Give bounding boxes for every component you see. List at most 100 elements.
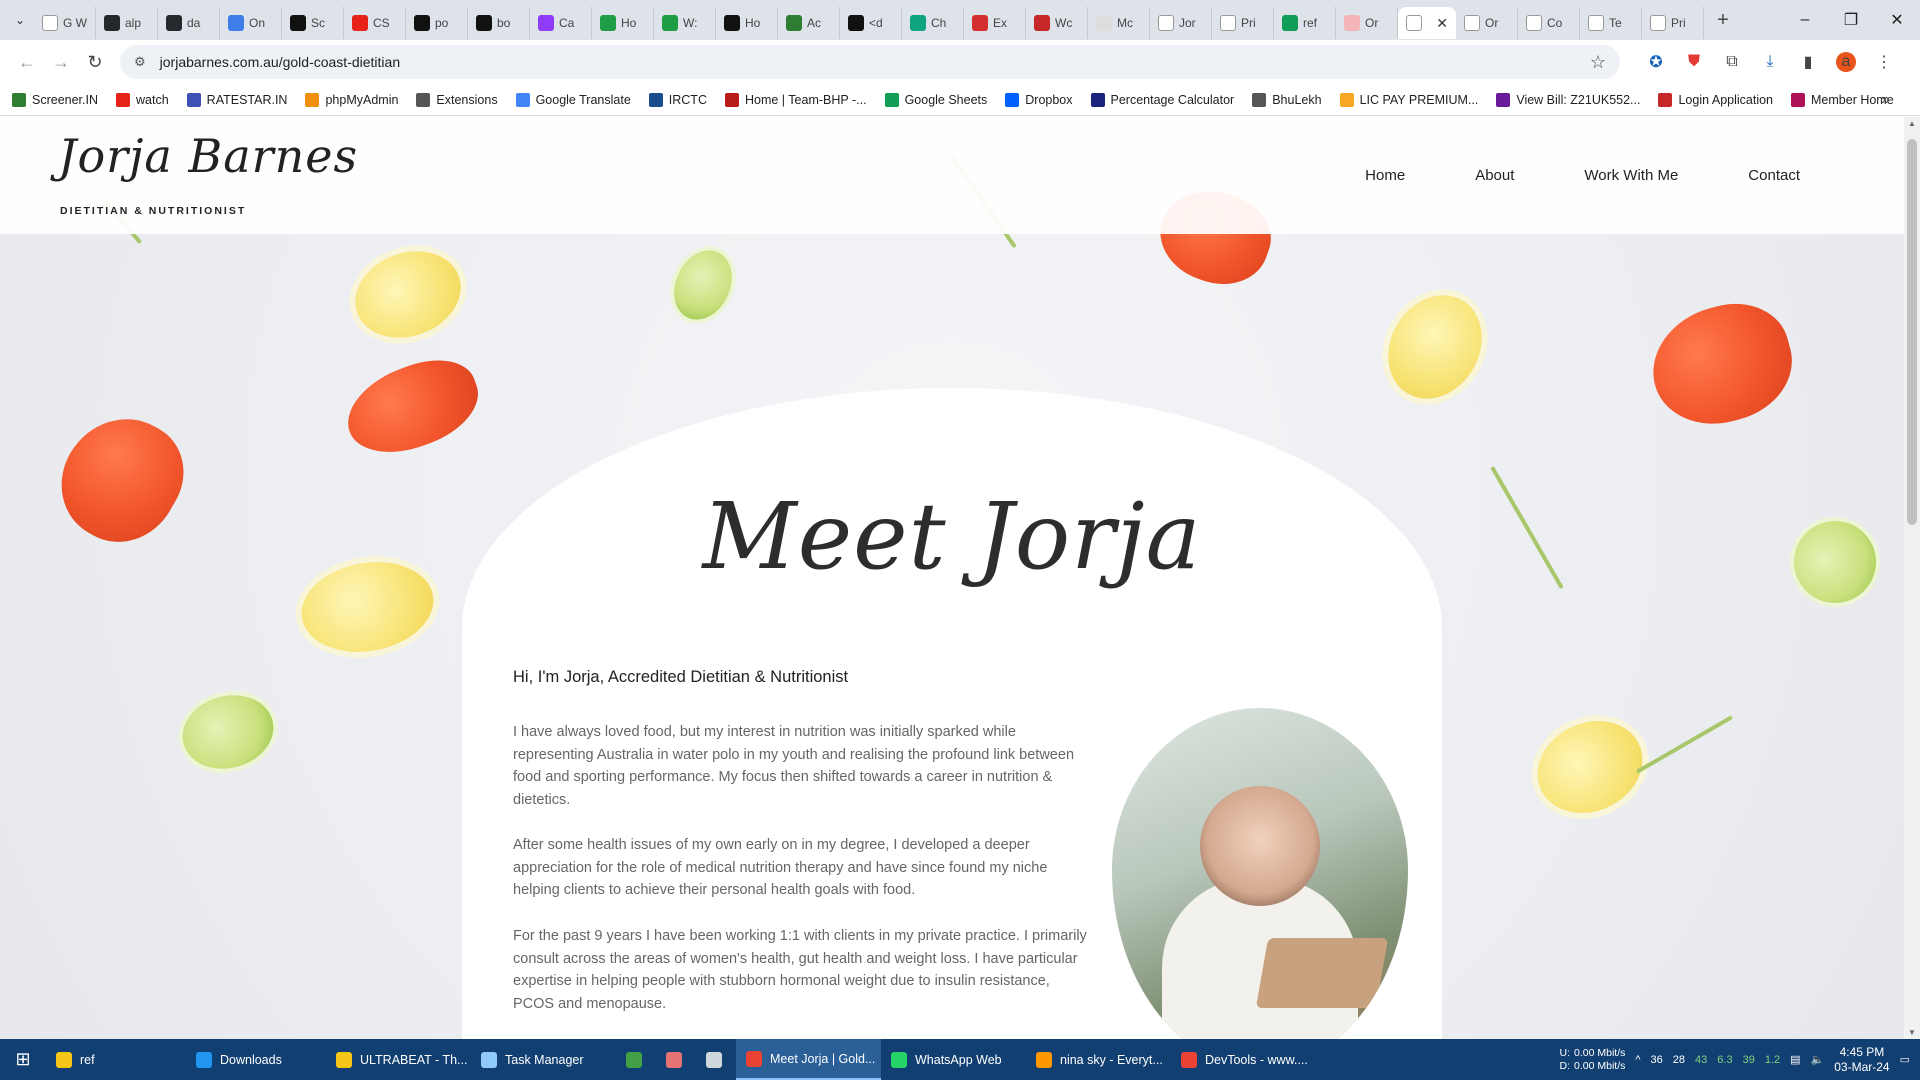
tab-title: Ho — [745, 16, 761, 30]
profile-avatar[interactable]: a — [1836, 52, 1856, 72]
bookmark-item[interactable]: Member Home — [1791, 92, 1894, 107]
restore-icon[interactable]: ❐ — [1828, 0, 1874, 40]
bookmark-item[interactable]: Percentage Calculator — [1090, 92, 1234, 107]
bookmark-favicon-icon — [305, 92, 320, 107]
bookmark-star-icon[interactable]: ☆ — [1590, 52, 1606, 73]
more-bookmarks-icon[interactable]: » — [1881, 91, 1890, 109]
forward-icon[interactable]: → — [44, 45, 78, 79]
browser-tab[interactable]: ref — [1274, 7, 1336, 39]
page-scrollbar[interactable]: ▲ ▼ — [1904, 117, 1920, 1039]
bookmark-label: BhuLekh — [1272, 92, 1322, 107]
site-info-icon[interactable]: ⚙ — [134, 54, 146, 70]
bookmark-item[interactable]: Home | Team-BHP -... — [724, 92, 867, 107]
browser-tab[interactable]: Pri — [1212, 7, 1274, 39]
browser-tab[interactable]: Ch — [902, 7, 964, 39]
tray-number[interactable]: 39 — [1743, 1054, 1755, 1066]
scroll-down-icon[interactable]: ▼ — [1904, 1028, 1920, 1037]
browser-tab[interactable]: Sc — [282, 7, 344, 39]
extension-icon[interactable]: ✪ — [1646, 52, 1666, 72]
taskbar-app[interactable]: ref — [46, 1039, 186, 1080]
taskbar-app[interactable]: ULTRABEAT - Th... — [326, 1039, 471, 1080]
bookmark-item[interactable]: Google Sheets — [884, 92, 987, 107]
new-tab-icon[interactable]: + — [1708, 5, 1738, 35]
browser-tab[interactable]: Ho — [592, 7, 654, 39]
download-icon[interactable]: ⤓ — [1760, 53, 1780, 71]
network-icon[interactable]: ▤ — [1790, 1053, 1800, 1066]
bookmark-item[interactable]: BhuLekh — [1252, 92, 1322, 107]
nav-work-with-me[interactable]: Work With Me — [1584, 167, 1678, 184]
browser-tab[interactable]: Or — [1336, 7, 1398, 39]
browser-tab[interactable]: po — [406, 7, 468, 39]
taskbar-app[interactable]: nina sky - Everyt... — [1026, 1039, 1171, 1080]
url-text[interactable]: jorjabarnes.com.au/gold-coast-dietitian — [160, 54, 400, 70]
bookmark-item[interactable]: RATESTAR.IN — [186, 92, 287, 107]
browser-tab[interactable]: Wc — [1026, 7, 1088, 39]
notifications-icon[interactable]: ▭ — [1900, 1053, 1910, 1066]
bookmark-item[interactable]: Screener.IN — [12, 92, 98, 107]
tray-number[interactable]: 6.3 — [1717, 1054, 1732, 1066]
browser-tab[interactable]: ✕ — [1398, 7, 1456, 39]
taskbar-app[interactable] — [696, 1039, 736, 1080]
taskbar-app[interactable]: Task Manager — [471, 1039, 616, 1080]
browser-tab[interactable]: Ac — [778, 7, 840, 39]
tray-number[interactable]: 43 — [1695, 1054, 1707, 1066]
nav-about[interactable]: About — [1475, 167, 1514, 184]
bookmark-item[interactable]: watch — [116, 92, 169, 107]
browser-tab[interactable]: G W — [34, 7, 96, 39]
browser-tab[interactable]: CS — [344, 7, 406, 39]
browser-tab[interactable]: da — [158, 7, 220, 39]
tab-search-icon[interactable]: ⌄ — [6, 6, 34, 34]
browser-tab[interactable]: alp — [96, 7, 158, 39]
address-bar[interactable]: ⚙ jorjabarnes.com.au/gold-coast-dietitia… — [120, 45, 1620, 79]
taskbar-app[interactable]: WhatsApp Web — [881, 1039, 1026, 1080]
browser-tab[interactable]: Te — [1580, 7, 1642, 39]
bookmark-item[interactable]: IRCTC — [648, 92, 707, 107]
shield-icon[interactable]: ⛊ — [1684, 53, 1704, 71]
windows-start-icon[interactable]: ⊞ — [0, 1039, 46, 1080]
browser-tab[interactable]: <d — [840, 7, 902, 39]
browser-tab[interactable]: Ca — [530, 7, 592, 39]
clock[interactable]: 4:45 PM 03-Mar-24 — [1834, 1045, 1889, 1075]
nav-contact[interactable]: Contact — [1748, 167, 1800, 184]
bookmark-item[interactable]: Dropbox — [1005, 92, 1073, 107]
taskbar-app[interactable] — [656, 1039, 696, 1080]
tray-number[interactable]: 1.2 — [1765, 1054, 1780, 1066]
browser-tab[interactable]: Jor — [1150, 7, 1212, 39]
chevron-up-icon[interactable]: ^ — [1635, 1054, 1640, 1066]
browser-tab[interactable]: bo — [468, 7, 530, 39]
minimize-icon[interactable]: – — [1782, 0, 1828, 40]
bookmark-item[interactable]: phpMyAdmin — [305, 92, 398, 107]
taskbar-app[interactable]: DevTools - www.... — [1171, 1039, 1316, 1080]
browser-tab[interactable]: Ho — [716, 7, 778, 39]
bookmark-item[interactable]: View Bill: Z21UK552... — [1496, 92, 1640, 107]
reload-icon[interactable]: ↻ — [78, 45, 112, 79]
browser-tab[interactable]: Mc — [1088, 7, 1150, 39]
scrollbar-thumb[interactable] — [1907, 139, 1917, 525]
browser-tab[interactable]: Pri — [1642, 7, 1704, 39]
laptop-shape — [1255, 938, 1389, 1008]
taskbar-app[interactable]: Meet Jorja | Gold... — [736, 1039, 881, 1080]
close-window-icon[interactable]: ✕ — [1874, 0, 1920, 40]
taskbar-app[interactable] — [616, 1039, 656, 1080]
close-tab-icon[interactable]: ✕ — [1436, 15, 1448, 32]
bookmark-item[interactable]: Extensions — [416, 92, 498, 107]
browser-tab[interactable]: Or — [1456, 7, 1518, 39]
back-icon[interactable]: ← — [10, 45, 44, 79]
browser-tab[interactable]: Ex — [964, 7, 1026, 39]
taskbar-app[interactable]: Downloads — [186, 1039, 326, 1080]
scroll-up-icon[interactable]: ▲ — [1904, 119, 1920, 128]
bookmark-item[interactable]: LIC PAY PREMIUM... — [1339, 92, 1478, 107]
browser-tab[interactable]: On — [220, 7, 282, 39]
site-logo[interactable]: Jorja Barnes — [58, 129, 358, 183]
nav-home[interactable]: Home — [1365, 167, 1405, 184]
tray-number[interactable]: 28 — [1673, 1054, 1685, 1066]
browser-tab[interactable]: W: — [654, 7, 716, 39]
menu-icon[interactable]: ⋮ — [1874, 52, 1894, 72]
browser-tab[interactable]: Co — [1518, 7, 1580, 39]
bookmark-item[interactable]: Login Application — [1658, 92, 1773, 107]
side-panel-icon[interactable]: ▮ — [1798, 52, 1818, 72]
bookmark-item[interactable]: Google Translate — [515, 92, 631, 107]
volume-icon[interactable]: 🔈 — [1811, 1053, 1825, 1066]
puzzle-icon[interactable]: ⧉ — [1722, 53, 1742, 71]
tray-number[interactable]: 36 — [1651, 1054, 1663, 1066]
